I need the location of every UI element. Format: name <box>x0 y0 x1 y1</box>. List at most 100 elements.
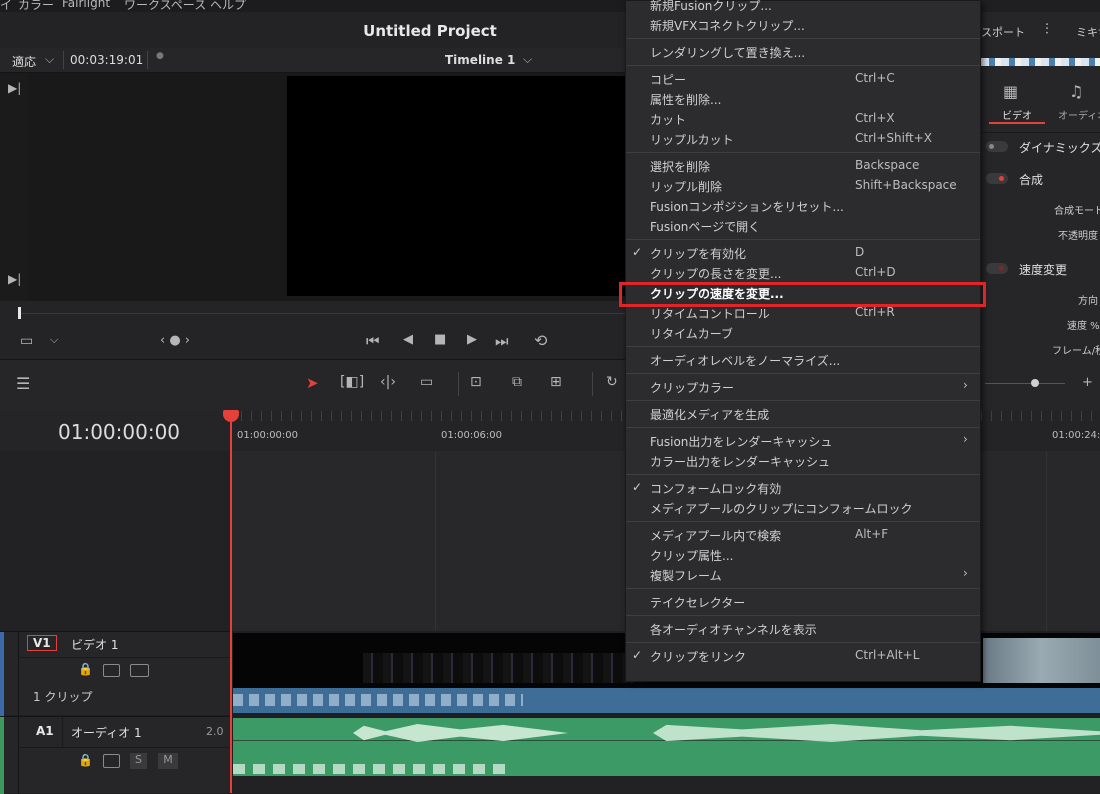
mixer-label[interactable]: ミキサ <box>1076 24 1100 40</box>
context-menu-item[interactable]: Fusion出力をレンダーキャッシュ › <box>626 431 980 451</box>
dynamic-zoom-label: ダイナミックズーム <box>1019 141 1100 155</box>
tab-video[interactable]: ビデオ <box>1002 107 1032 122</box>
submenu-arrow-icon: › <box>963 566 968 580</box>
mute-button[interactable]: M <box>158 753 178 769</box>
insert-clip-icon[interactable]: ⊡ <box>470 374 482 390</box>
menu-separator <box>626 521 980 522</box>
go-to-last-frame-icon[interactable]: ▶| <box>8 272 21 286</box>
context-menu-item[interactable]: 複製フレーム › <box>626 565 980 585</box>
go-to-first-frame-icon[interactable]: ▶| <box>8 81 21 95</box>
audio-clip[interactable] <box>233 718 1100 776</box>
context-menu-item[interactable]: 各オーディオチャンネルを表示 <box>626 619 980 639</box>
chevron-down-icon[interactable]: ⌵ <box>523 52 532 67</box>
context-menu-item[interactable]: クリップ属性... <box>626 545 980 565</box>
context-menu-item[interactable]: メディアプール内で検索 Alt+F <box>626 525 980 545</box>
context-menu-item[interactable]: リタイムカーブ <box>626 323 980 343</box>
highlight-box <box>619 282 986 307</box>
context-menu-item[interactable]: Fusionページで開く <box>626 216 980 236</box>
lock-icon[interactable]: 🔒 <box>78 753 93 767</box>
snapping-icon[interactable]: ↻ <box>606 374 618 390</box>
track-id-v1[interactable]: V1 <box>27 635 57 651</box>
track-name-audio[interactable]: オーディオ 1 <box>71 724 142 741</box>
menu-item-fairlight[interactable]: Fairlight <box>62 0 110 10</box>
ruler-tick-label: 01:00:00:00 <box>237 430 299 441</box>
menu-item-label: カラー出力をレンダーキャッシュ <box>650 455 831 469</box>
tab-audio[interactable]: オーディオ <box>1058 107 1100 122</box>
context-menu-item[interactable]: ✓ クリップを有効化 D <box>626 243 980 263</box>
chevron-down-icon[interactable]: ⌵ <box>45 52 54 67</box>
loop-icon[interactable]: ⟲ <box>534 331 547 350</box>
scrubber-handle[interactable] <box>18 307 21 319</box>
zoom-in-icon[interactable]: + <box>1082 375 1093 390</box>
context-menu-item[interactable]: テイクセレクター <box>626 592 980 612</box>
replace-clip-icon[interactable]: ⊞ <box>550 374 562 390</box>
context-menu-item[interactable]: クリップカラー › <box>626 377 980 397</box>
context-menu-item[interactable]: リップルカット Ctrl+Shift+X <box>626 129 980 149</box>
context-menu-item[interactable]: 新規Fusionクリップ... <box>626 0 980 15</box>
play-reverse-icon[interactable]: ◀ <box>403 332 413 347</box>
stop-icon[interactable]: ■ <box>434 332 446 347</box>
divider <box>981 132 1100 133</box>
context-menu-item[interactable]: コピー Ctrl+C <box>626 69 980 89</box>
chevron-down-icon[interactable]: ⌵ <box>50 333 58 347</box>
context-menu-item[interactable]: Fusionコンポジションをリセット... <box>626 196 980 216</box>
context-menu-item[interactable]: オーディオレベルをノーマライズ... <box>626 350 980 370</box>
playhead-line[interactable] <box>230 411 232 793</box>
dynamic-trim-icon[interactable]: ‹|› <box>380 374 396 390</box>
zoom-slider-handle[interactable] <box>1031 379 1039 387</box>
blade-edit-icon[interactable]: ▭ <box>420 374 433 390</box>
context-menu-item[interactable]: 選択を削除 Backspace <box>626 156 980 176</box>
context-menu-item[interactable]: 属性を削除... <box>626 89 980 109</box>
lock-icon[interactable]: 🔒 <box>78 662 93 676</box>
dynamic-zoom-toggle[interactable] <box>986 141 1008 152</box>
divider <box>458 372 459 396</box>
solo-button[interactable]: S <box>130 753 147 769</box>
context-menu-item[interactable]: 新規VFXコネクトクリップ... <box>626 15 980 35</box>
timeline-name-dropdown[interactable]: Timeline 1 <box>445 53 515 67</box>
fit-dropdown[interactable]: 適応 <box>12 53 36 70</box>
context-menu-item[interactable]: カラー出力をレンダーキャッシュ <box>626 451 980 471</box>
play-icon[interactable]: ▶ <box>467 332 477 347</box>
export-label[interactable]: スポート <box>981 24 1025 40</box>
video-clip-bar[interactable] <box>233 688 1100 713</box>
track-id-a1[interactable]: A1 <box>36 724 54 738</box>
auto-select-icon[interactable] <box>103 664 120 677</box>
menu-separator <box>626 239 980 240</box>
overwrite-clip-icon[interactable]: ⧉ <box>512 374 522 390</box>
video-tab-icon[interactable]: ▦ <box>1003 82 1018 101</box>
context-menu-item[interactable]: リップル削除 Shift+Backspace <box>626 176 980 196</box>
timeline-view-options-icon[interactable]: ☰ <box>16 374 30 393</box>
context-menu-item[interactable]: クリップの長さを変更... Ctrl+D <box>626 263 980 283</box>
menu-item-label: Fusionページで開く <box>650 220 761 234</box>
skip-to-end-icon[interactable]: ⏭ <box>495 332 509 350</box>
context-menu-item[interactable]: 最適化メディアを生成 <box>626 404 980 424</box>
composite-mode-label: 合成モード <box>1054 206 1100 217</box>
inspector-panel: スポート ⫶ ミキサ ▦ ビデオ ♫ オーディオ ダイナミックズーム 合成 合成… <box>981 12 1100 392</box>
context-menu-item[interactable]: ✓ コンフォームロック有効 <box>626 478 980 498</box>
context-menu-item[interactable]: メディアプールのクリップにコンフォームロック <box>626 498 980 518</box>
track-name-video[interactable]: ビデオ 1 <box>71 636 118 653</box>
composite-toggle[interactable] <box>986 173 1008 184</box>
menu-item-shortcut: Alt+F <box>855 527 889 541</box>
context-menu-item[interactable]: カット Ctrl+X <box>626 109 980 129</box>
zoom-slider-track[interactable] <box>985 383 1065 384</box>
ruler-tick-label: 01:00:06:00 <box>441 430 503 441</box>
mixer-icon[interactable]: ⫶ <box>1045 20 1049 38</box>
crop-icon[interactable]: ▭ <box>20 333 33 349</box>
selection-tool-icon[interactable]: ➤ <box>306 374 319 392</box>
context-menu-item[interactable]: ✓ クリップをリンク Ctrl+Alt+L <box>626 646 980 666</box>
menu-separator <box>626 474 980 475</box>
scrubber-track[interactable] <box>18 313 625 314</box>
speed-change-toggle[interactable] <box>986 263 1008 274</box>
menu-item-label: レンダリングして置き換え... <box>650 46 806 60</box>
trim-edit-icon[interactable]: [◧] <box>340 374 364 390</box>
clip-thumbnail <box>363 653 643 683</box>
auto-select-icon[interactable] <box>103 754 120 768</box>
context-menu-item[interactable]: レンダリングして置き換え... <box>626 42 980 62</box>
jog-control-icon[interactable]: ‹ ● › <box>160 333 190 348</box>
film-icon[interactable] <box>130 664 149 677</box>
skip-to-start-icon[interactable]: ⏮ <box>366 332 380 350</box>
menu-item-label: クリップ属性... <box>650 549 734 563</box>
checkmark-icon: ✓ <box>632 480 643 494</box>
audio-tab-icon[interactable]: ♫ <box>1069 82 1083 101</box>
